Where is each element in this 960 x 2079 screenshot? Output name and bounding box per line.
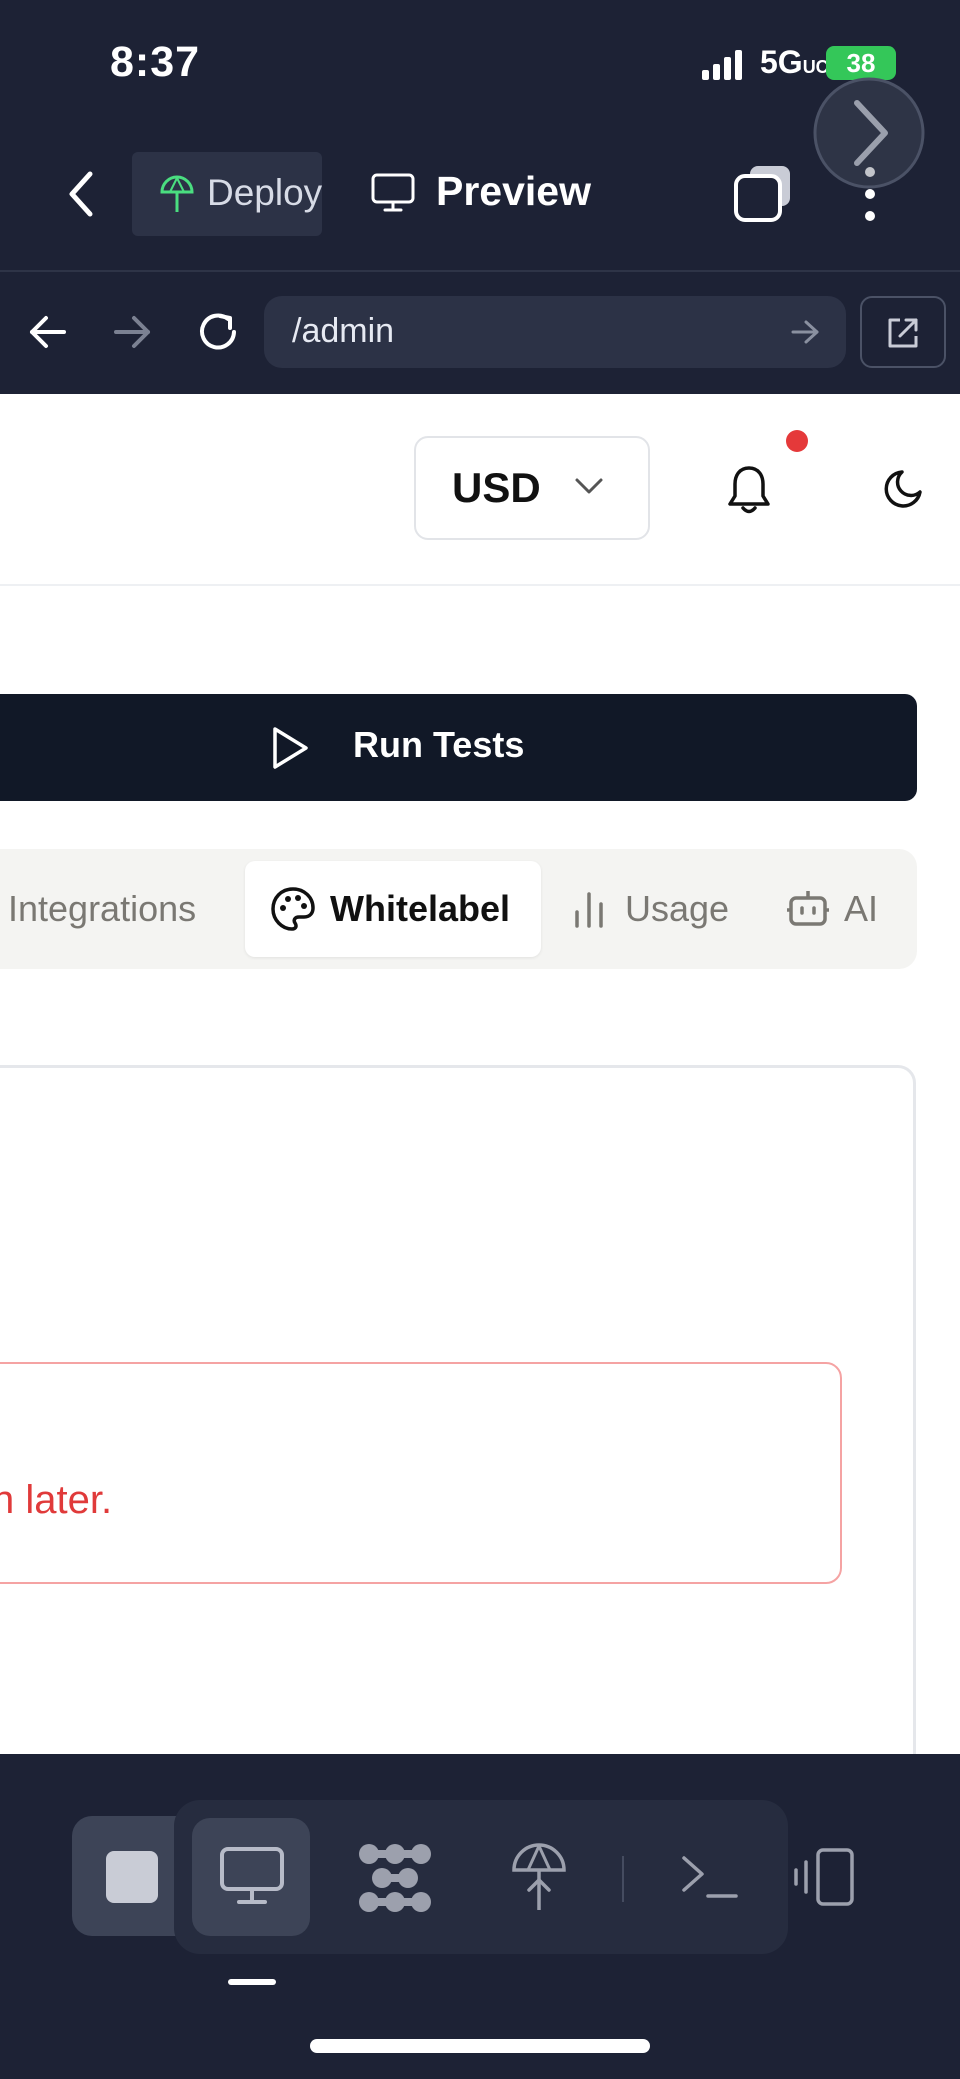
tab-usage[interactable]: Usage	[625, 888, 729, 930]
preview-tab[interactable]: Preview	[436, 168, 591, 215]
notification-badge	[786, 430, 808, 452]
bell-icon[interactable]	[726, 462, 772, 516]
status-time: 8:37	[110, 38, 201, 86]
stop-icon	[106, 1851, 158, 1903]
tabs-switcher-icon[interactable]	[732, 162, 796, 226]
active-view-indicator	[228, 1979, 276, 1985]
robot-icon	[786, 888, 830, 928]
preview-monitor-icon	[370, 172, 416, 214]
terminal-icon[interactable]	[680, 1852, 740, 1902]
tab-whitelabel-label: Whitelabel	[330, 888, 511, 929]
tab-ai[interactable]: AI	[844, 888, 878, 930]
home-indicator	[310, 2039, 650, 2053]
admin-page: USD Run Tests Integrations Whitelabel Us…	[0, 394, 960, 1754]
browser-back-icon[interactable]	[28, 314, 68, 350]
deploy-icon	[158, 174, 196, 214]
external-link-icon	[884, 314, 922, 352]
reload-icon[interactable]	[194, 308, 242, 356]
error-alert-text: n later.	[0, 1478, 113, 1522]
dock-separator	[622, 1856, 624, 1902]
integrations-icon[interactable]	[357, 1842, 433, 1914]
deploy-view-icon[interactable]	[508, 1840, 570, 1912]
header-divider	[0, 584, 960, 586]
battery-indicator: 38	[826, 46, 896, 80]
palette-icon	[270, 886, 316, 932]
network-sub: UC	[802, 57, 829, 77]
error-alert	[0, 1362, 842, 1584]
floating-forward-icon[interactable]	[812, 76, 926, 190]
url-text[interactable]: /admin	[292, 312, 394, 351]
signal-icon	[700, 48, 746, 80]
tab-integrations[interactable]: Integrations	[8, 888, 196, 930]
monitor-icon	[219, 1846, 285, 1908]
play-icon	[270, 725, 310, 771]
go-arrow-icon[interactable]	[790, 318, 820, 346]
currency-value: USD	[452, 464, 541, 511]
run-tests-label: Run Tests	[353, 724, 525, 765]
deploy-label: Deploy	[207, 172, 323, 213]
toolbar-divider	[0, 270, 960, 272]
bar-chart-icon	[572, 888, 606, 928]
back-icon[interactable]	[66, 170, 96, 218]
dark-mode-icon[interactable]	[882, 466, 926, 510]
chevron-down-icon	[574, 476, 604, 496]
browser-forward-icon[interactable]	[112, 314, 152, 350]
responsive-view-icon[interactable]	[792, 1846, 862, 1908]
